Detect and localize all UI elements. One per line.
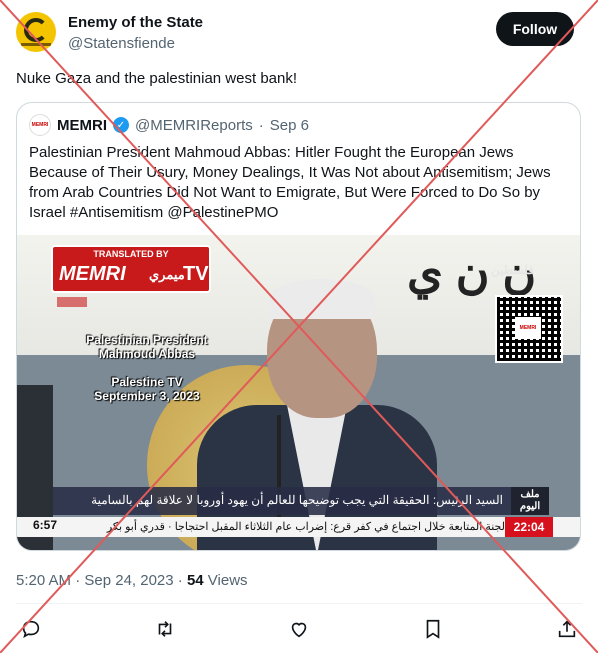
small-logo-mark xyxy=(57,297,87,307)
quoted-header: MEMRI MEMRI ✓ @MEMRIReports · Sep 6 xyxy=(29,114,309,136)
memri-label: MEMRI xyxy=(59,263,126,285)
tweet-text: Nuke Gaza and the palestinian west bank! xyxy=(16,70,298,87)
views-label: Views xyxy=(203,572,248,589)
memri-tv-logo: TRANSLATED BY MEMRI ميمري TV xyxy=(51,245,211,293)
quoted-separator: · xyxy=(258,116,264,134)
ticker-time-right: 22:04 xyxy=(505,517,553,537)
caption-channel: Palestine TV September 3, 2023 xyxy=(67,375,227,403)
like-icon[interactable] xyxy=(288,618,312,642)
quoted-date[interactable]: Sep 6 xyxy=(270,117,309,134)
follow-button[interactable]: Follow xyxy=(496,12,574,46)
views-count: 54 xyxy=(186,572,204,589)
speaker-hair xyxy=(269,279,375,319)
ticker-time-left: 6:57 xyxy=(33,518,58,532)
tweet-card: Enemy of the State @Statensfiende Follow… xyxy=(0,0,598,653)
memri-avatar[interactable]: MEMRI xyxy=(29,114,51,136)
tweet-timestamp[interactable]: 5:20 AM · Sep 24, 2023 · 54 Views xyxy=(16,572,248,589)
video-thumbnail[interactable]: ن ن ي TRANSLATED BY MEMRI ميمري TV Pales… xyxy=(17,235,580,550)
qr-center-logo: MEMRI xyxy=(515,317,541,339)
quoted-handle[interactable]: @MEMRIReports xyxy=(135,117,253,134)
translated-by-label: TRANSLATED BY xyxy=(93,249,169,259)
palestine-tv-logo: فلسطين xyxy=(491,263,535,277)
tv-label: TV xyxy=(183,263,209,285)
author-handle[interactable]: @Statensfiende xyxy=(68,35,175,52)
caption-date: September 3, 2023 xyxy=(94,389,200,403)
quoted-text: Palestinian President Mahmoud Abbas: Hit… xyxy=(29,144,551,221)
gadsden-snake-icon xyxy=(24,18,48,42)
action-bar xyxy=(16,618,582,642)
news-ticker-label: ملف اليوم xyxy=(511,487,549,515)
retweet-icon[interactable] xyxy=(154,618,178,642)
quoted-tweet[interactable]: MEMRI MEMRI ✓ @MEMRIReports · Sep 6 Pale… xyxy=(16,102,581,551)
caption-speaker: Palestinian President Mahmoud Abbas xyxy=(86,333,208,361)
reply-icon[interactable] xyxy=(20,618,44,642)
news-ticker-headline: السيد الرئيس: الحقيقة التي يجب توضيحها ل… xyxy=(53,487,511,515)
caption-channel-name: Palestine TV xyxy=(111,375,183,389)
memri-arabic-label: ميمري xyxy=(149,267,185,282)
avatar[interactable] xyxy=(16,12,56,52)
author-name[interactable]: Enemy of the State xyxy=(68,14,203,31)
divider xyxy=(16,603,582,604)
quoted-name[interactable]: MEMRI xyxy=(57,117,107,134)
flag-text-mark xyxy=(21,43,51,46)
tweet-date[interactable]: 5:20 AM · Sep 24, 2023 · xyxy=(16,572,187,589)
verified-badge-icon: ✓ xyxy=(113,117,129,133)
share-icon[interactable] xyxy=(556,618,580,642)
news-ticker-crawl: لجنة المتابعة خلال اجتماع في كفر قرع: إض… xyxy=(106,521,505,533)
bookmark-icon[interactable] xyxy=(422,618,446,642)
